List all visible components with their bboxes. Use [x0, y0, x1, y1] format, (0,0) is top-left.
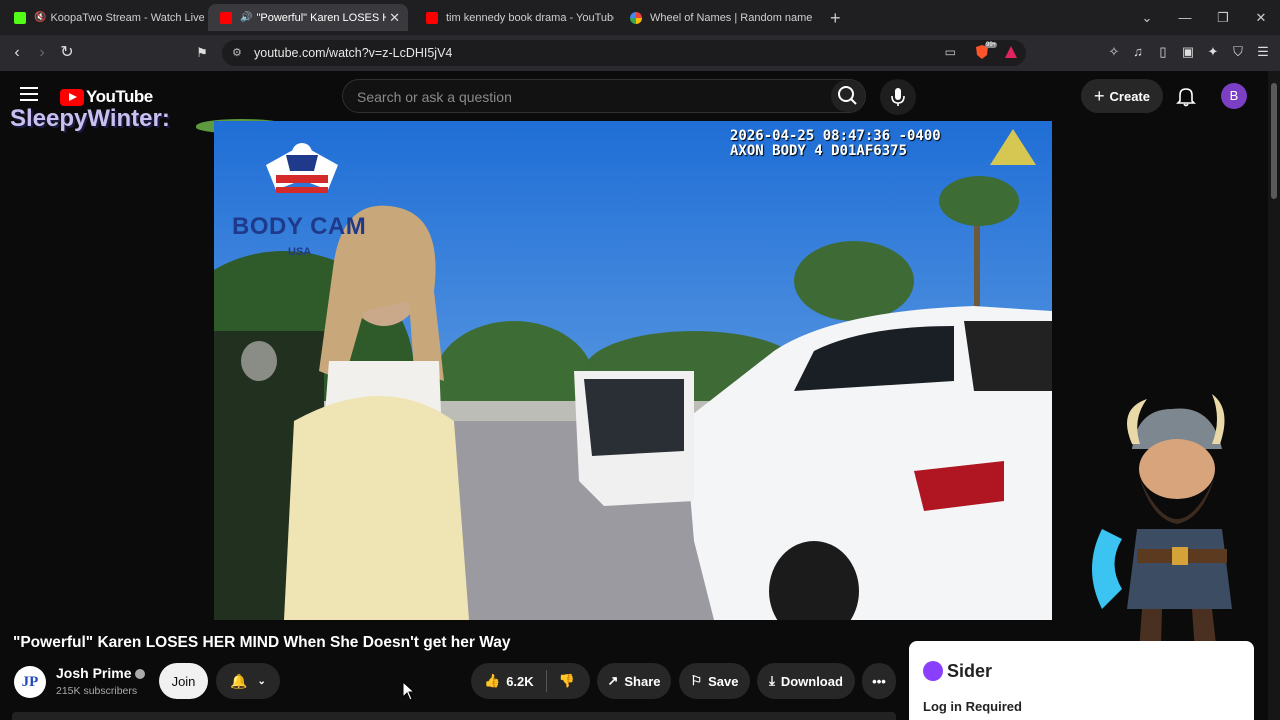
microphone-icon	[891, 88, 905, 106]
chevron-down-icon: ⌄	[257, 675, 266, 687]
tab-wheel-of-names[interactable]: Wheel of Names | Random name pic	[618, 4, 818, 31]
like-button[interactable]: 👍 6.2K	[484, 673, 534, 689]
join-button[interactable]: Join	[159, 663, 208, 699]
back-icon[interactable]: ‹	[7, 43, 27, 63]
tab-koopatwo[interactable]: 🔇 KoopaTwo Stream - Watch Live o	[2, 4, 204, 31]
youtube-favicon-icon	[220, 11, 232, 24]
tab-search-icon[interactable]: ⌄	[1128, 10, 1166, 26]
search-button[interactable]	[831, 80, 865, 112]
channel-avatar[interactable]: JP	[14, 666, 46, 698]
youtube-play-icon	[60, 88, 84, 106]
new-tab-button[interactable]: +	[830, 8, 841, 29]
brave-rewards-icon[interactable]	[1003, 44, 1019, 60]
share-icon: ↗	[607, 673, 619, 688]
divider	[545, 670, 547, 692]
browser-tab-bar: 🔇 KoopaTwo Stream - Watch Live o 🔊 "Powe…	[0, 0, 1280, 35]
create-button[interactable]: + Create	[1081, 79, 1163, 113]
sider-logo-icon	[923, 661, 943, 681]
hamburger-menu-icon[interactable]	[20, 87, 38, 101]
subscriber-count: 215K subscribers	[56, 685, 138, 697]
leo-ai-icon[interactable]: ✦	[1205, 44, 1221, 60]
dislike-button[interactable]: 👎	[559, 673, 575, 689]
tab-tim-kennedy[interactable]: tim kennedy book drama - YouTube	[414, 4, 614, 31]
forward-icon[interactable]: ›	[32, 43, 52, 63]
plus-icon: +	[1094, 85, 1105, 106]
voice-search-button[interactable]	[880, 79, 916, 115]
description-box-edge	[12, 712, 896, 720]
tab-karen-video[interactable]: 🔊 "Powerful" Karen LOSES HER I ✕	[208, 4, 408, 31]
kick-favicon-icon	[14, 11, 26, 24]
menu-icon[interactable]: ☰	[1255, 44, 1271, 60]
save-icon: ⚐	[690, 673, 703, 688]
youtube-page: YouTube Search or ask a question + Creat…	[0, 71, 1280, 720]
eagle-logo-icon	[266, 143, 338, 193]
channel-name[interactable]: Josh Prime	[56, 665, 146, 681]
sidebar-icon[interactable]: ▯	[1155, 44, 1171, 60]
vpn-icon[interactable]: ⛉	[1230, 44, 1246, 60]
sider-login-prompt[interactable]: Log in Required	[923, 699, 1022, 714]
close-tab-icon[interactable]: ✕	[389, 10, 400, 26]
axon-logo-icon	[990, 129, 1036, 165]
reload-icon[interactable]: ↻	[57, 43, 77, 63]
youtube-logo[interactable]: YouTube	[60, 87, 153, 107]
save-button[interactable]: ⚐ Save	[679, 663, 750, 699]
download-icon: ⤓	[769, 673, 775, 688]
mute-icon[interactable]: 🔇	[34, 12, 46, 23]
tab-title: Wheel of Names | Random name pic	[650, 11, 816, 24]
share-button[interactable]: ↗ Share	[597, 663, 671, 699]
tab-title: KoopaTwo Stream - Watch Live o	[50, 11, 204, 24]
bodycam-watermark: BODY CAM	[232, 213, 367, 240]
speaker-icon[interactable]: 🔊	[240, 12, 252, 23]
youtube-header: YouTube Search or ask a question + Creat…	[0, 71, 1268, 121]
extensions-icon[interactable]: ✧	[1106, 44, 1122, 60]
verified-icon	[135, 669, 146, 680]
sider-panel: Sider Log in Required	[909, 641, 1254, 720]
bell-icon: 🔔	[230, 672, 248, 689]
cast-icon[interactable]: ▭	[945, 45, 956, 59]
browser-toolbar: ‹ › ↻ ⚑ ⚙ youtube.com/watch?v=z-LcDHI5jV…	[0, 35, 1280, 71]
stream-chat-username: SleepyWinter:	[10, 105, 170, 132]
more-icon: •••	[872, 673, 886, 689]
mouse-cursor-icon	[402, 681, 416, 701]
thumbs-up-icon: 👍	[484, 673, 501, 688]
tab-title: tim kennedy book drama - YouTube	[446, 11, 614, 24]
video-player[interactable]: 2026-04-25 08:47:36 -0400 AXON BODY 4 D0…	[214, 121, 1052, 620]
youtube-favicon-icon	[426, 11, 438, 24]
bodycam-watermark-sub: USA	[288, 246, 312, 258]
more-actions-button[interactable]: •••	[862, 663, 896, 699]
notifications-bell-icon[interactable]	[1174, 84, 1198, 108]
wheel-favicon-icon	[630, 11, 642, 24]
maximize-icon[interactable]: ❐	[1204, 10, 1242, 26]
close-window-icon[interactable]: ✕	[1242, 10, 1280, 26]
address-bar[interactable]: ⚙ youtube.com/watch?v=z-LcDHI5jV4 ▭	[222, 40, 1026, 66]
search-placeholder: Search or ask a question	[357, 89, 512, 105]
search-icon	[838, 86, 857, 105]
shields-badge: 99+	[985, 42, 998, 48]
video-title: "Powerful" Karen LOSES HER MIND When She…	[13, 634, 511, 651]
account-avatar[interactable]: B	[1221, 83, 1247, 109]
bookmark-icon[interactable]: ⚑	[192, 43, 212, 63]
site-info-icon[interactable]: ⚙	[232, 46, 242, 59]
page-scrollbar[interactable]	[1268, 71, 1280, 720]
media-icon[interactable]: ♫	[1130, 44, 1146, 60]
like-dislike-group: 👍 6.2K 👎	[471, 663, 590, 699]
scrollbar-thumb[interactable]	[1271, 83, 1277, 199]
search-input[interactable]: Search or ask a question	[342, 79, 866, 113]
subscribed-bell-button[interactable]: 🔔 ⌄	[216, 663, 280, 699]
tab-title: "Powerful" Karen LOSES HER I	[256, 11, 387, 24]
bodycam-timestamp: 2026-04-25 08:47:36 -0400 AXON BODY 4 D0…	[730, 128, 941, 159]
wallet-icon[interactable]: ▣	[1180, 44, 1196, 60]
sider-name: Sider	[947, 661, 993, 681]
minimize-icon[interactable]: —	[1166, 10, 1204, 25]
url-text: youtube.com/watch?v=z-LcDHI5jV4	[254, 46, 453, 60]
window-controls: ⌄ — ❐ ✕	[1128, 0, 1280, 35]
download-button[interactable]: ⤓ Download	[757, 663, 855, 699]
